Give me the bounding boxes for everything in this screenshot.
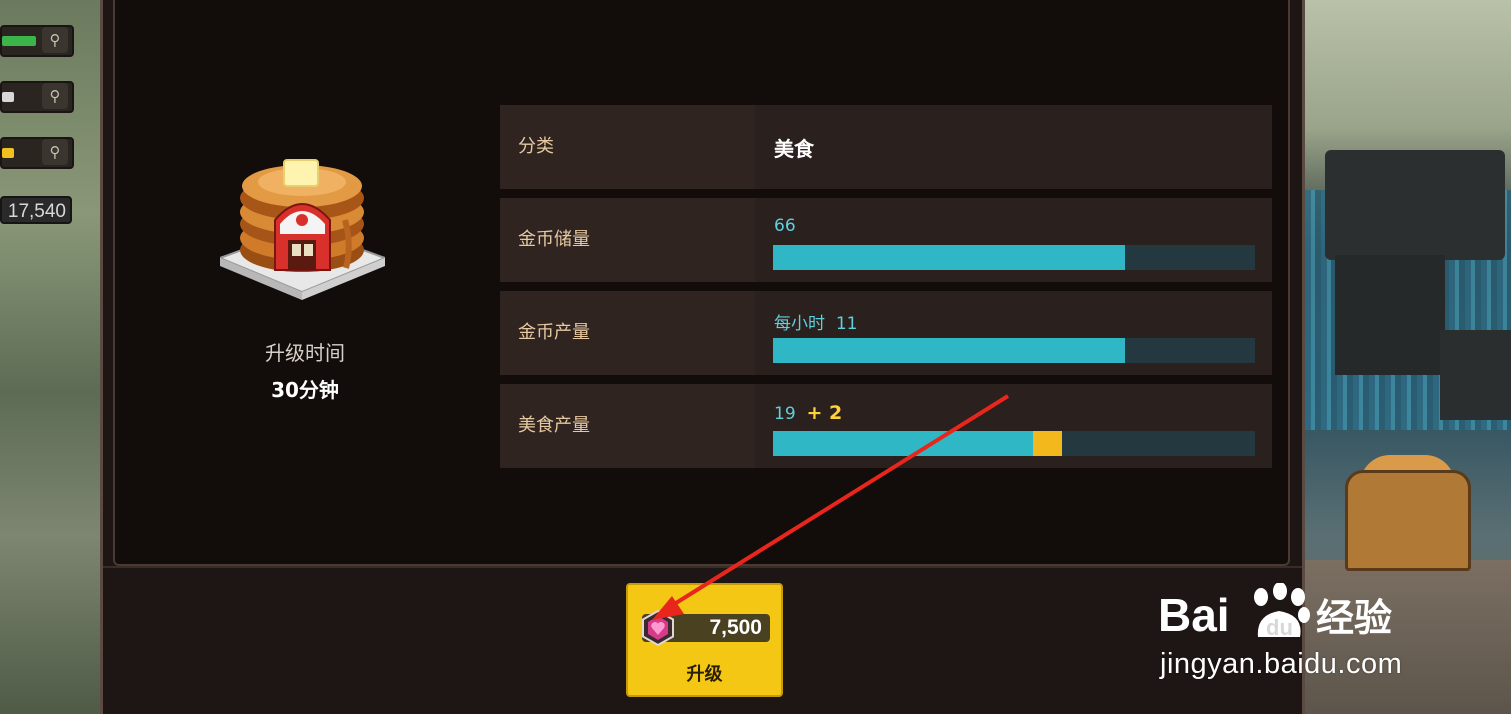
progress-fill [773, 338, 1125, 363]
stat-label: 美食产量 [500, 384, 755, 468]
building-upgrade-dialog: 升级时间 30分钟 分类 美食 金币储量 66 金币产量 每小时 11 美食产量… [100, 0, 1305, 714]
heart-gem-icon [642, 610, 674, 646]
upgrade-button-label: 升级 [686, 664, 723, 685]
stat-row-food-production: 美食产量 19 + 2 [500, 384, 1272, 468]
dialog-content-panel: 升级时间 30分钟 分类 美食 金币储量 66 金币产量 每小时 11 美食产量… [113, 0, 1290, 566]
stat-prefix: 每小时 [774, 314, 825, 334]
stat-row-category: 分类 美食 [500, 105, 1272, 189]
game-world-left: ⚲ ⚲ ⚲ 17,540 [0, 0, 100, 714]
stat-value: 19 [774, 404, 796, 424]
progress-fill [773, 245, 1125, 270]
side-resource-bar-3 [2, 148, 14, 158]
side-resource-widget-3[interactable]: ⚲ [0, 137, 74, 169]
stat-value: 66 [774, 216, 796, 236]
stat-label: 金币产量 [500, 291, 755, 375]
stat-row-gold-storage: 金币储量 66 [500, 198, 1272, 282]
side-resource-bar-2 [2, 92, 14, 102]
search-icon[interactable]: ⚲ [42, 139, 68, 165]
stat-label: 分类 [500, 105, 755, 189]
upgrade-button[interactable]: 7,500 升级 [626, 583, 783, 697]
progress-track [773, 338, 1255, 363]
rock [1440, 330, 1511, 420]
watermark-url: jingyan.baidu.com [1160, 648, 1403, 680]
stat-value-line: 每小时 11 [774, 309, 857, 334]
stat-label: 金币储量 [500, 198, 755, 282]
rock [1335, 255, 1445, 375]
side-resource-bar-1 [2, 36, 36, 46]
upgrade-time-label: 升级时间 [265, 341, 345, 365]
progress-fill [773, 431, 1034, 456]
rock [1325, 150, 1505, 260]
svg-text:经验: 经验 [1316, 596, 1392, 640]
svg-text:du: du [1266, 615, 1293, 640]
svg-text:Bai: Bai [1158, 589, 1230, 641]
pancake-building-icon [220, 159, 385, 300]
stat-bonus: + 2 [806, 402, 843, 424]
progress-track [773, 245, 1255, 270]
progress-bonus-fill [1033, 431, 1063, 456]
stat-value: 美食 [774, 137, 814, 161]
hut-building[interactable] [1345, 470, 1471, 571]
side-resource-widget-2[interactable]: ⚲ [0, 81, 74, 113]
side-resource-widget-1[interactable]: ⚲ [0, 25, 74, 57]
upgrade-time-value: 30分钟 [271, 378, 339, 402]
resource-count: 17,540 [0, 196, 72, 224]
baidu-jingyan-watermark-logo: Bai du 经验 [1158, 583, 1392, 641]
stat-value: 11 [835, 314, 858, 334]
progress-track [773, 431, 1255, 456]
footer-divider [103, 566, 1302, 568]
stat-value-line: 19 + 2 [774, 402, 842, 424]
search-icon[interactable]: ⚲ [42, 27, 68, 53]
stat-row-gold-production: 金币产量 每小时 11 [500, 291, 1272, 375]
upgrade-cost: 7,500 [709, 616, 762, 639]
search-icon[interactable]: ⚲ [42, 83, 68, 109]
